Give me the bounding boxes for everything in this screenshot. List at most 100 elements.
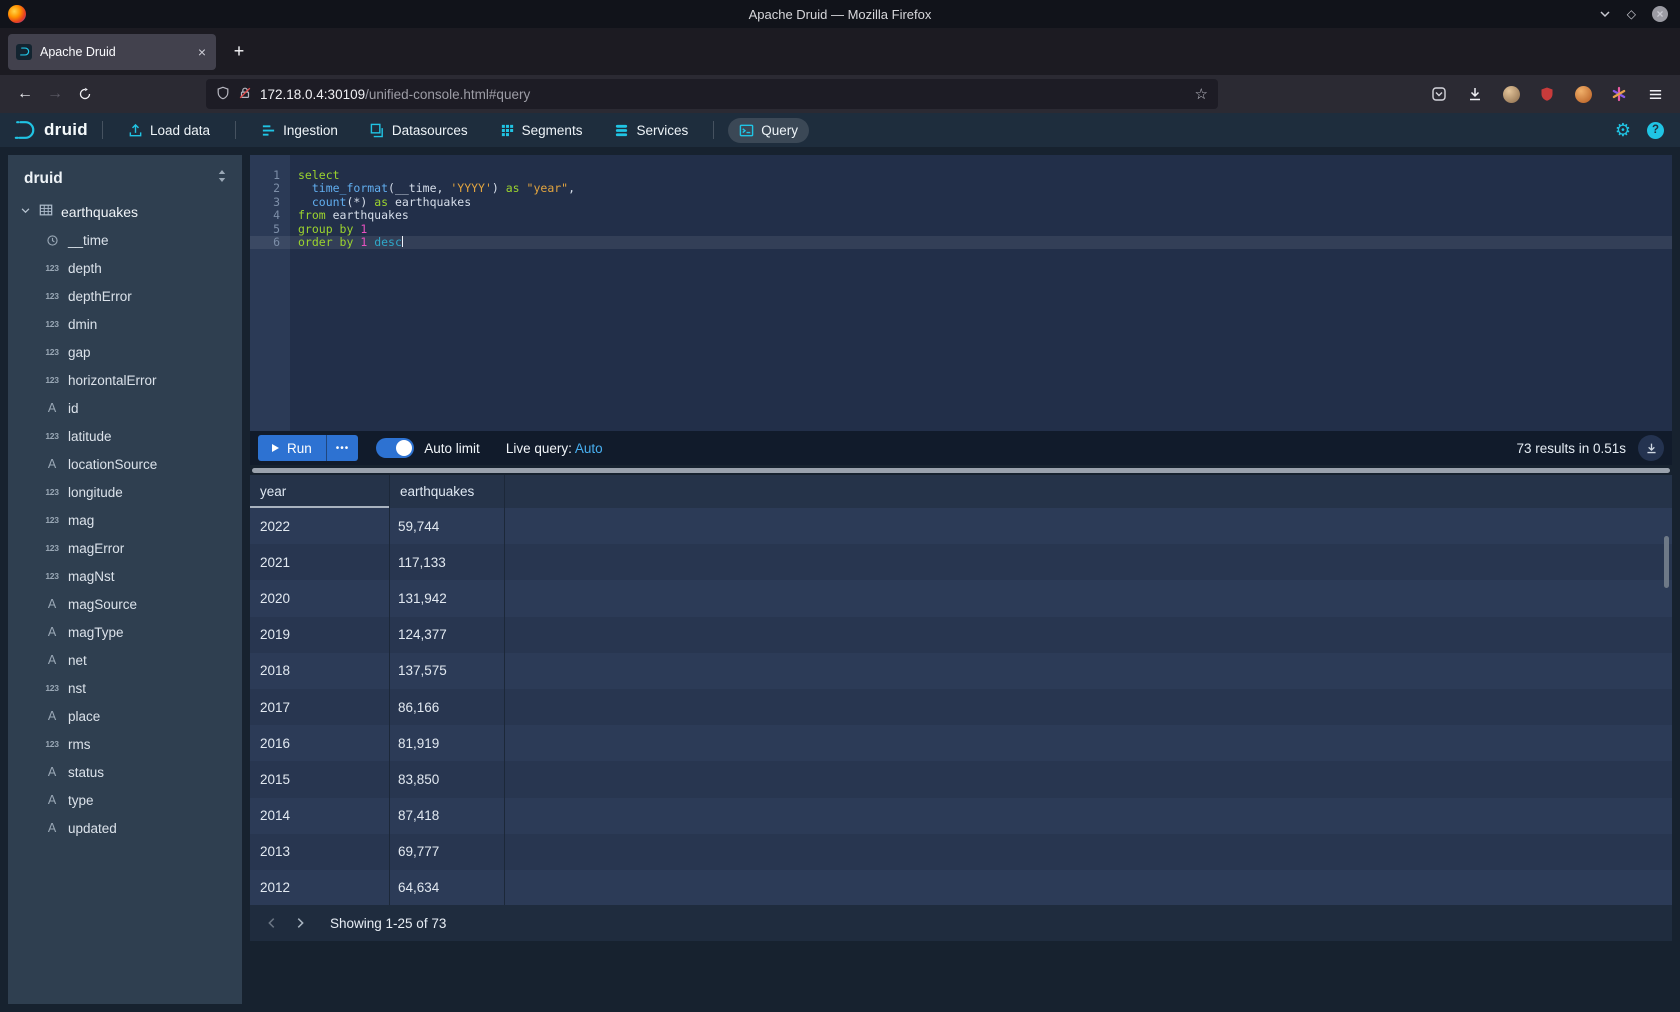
tab-close-icon[interactable]: × [196, 44, 208, 60]
settings-gear-icon[interactable]: ⚙ [1615, 121, 1631, 139]
result-row-2012[interactable]: 201264,634 [250, 870, 1672, 905]
next-page-button[interactable] [286, 909, 314, 937]
cell-earthquakes[interactable]: 87,418 [390, 798, 505, 834]
nav-load-data[interactable]: Load data [117, 118, 221, 143]
nav-ingestion[interactable]: Ingestion [250, 118, 349, 143]
cell-earthquakes[interactable]: 124,377 [390, 617, 505, 653]
sidebar-column-updated[interactable]: Aupdated [8, 814, 242, 842]
run-more-button[interactable]: ••• [326, 435, 359, 461]
cell-year[interactable]: 2015 [250, 761, 390, 797]
result-row-2022[interactable]: 202259,744 [250, 508, 1672, 544]
cell-year[interactable]: 2018 [250, 653, 390, 689]
sidebar-column-depthError[interactable]: 123depthError [8, 282, 242, 310]
sidebar-column-magNst[interactable]: 123magNst [8, 562, 242, 590]
sidebar-column-magSource[interactable]: AmagSource [8, 590, 242, 618]
cell-year[interactable]: 2021 [250, 544, 390, 580]
result-row-2015[interactable]: 201583,850 [250, 761, 1672, 797]
new-tab-button[interactable]: + [224, 37, 254, 67]
editor-line-6[interactable]: order by 1 desc [290, 236, 1672, 249]
back-button[interactable]: ← [10, 79, 40, 109]
result-row-2020[interactable]: 2020131,942 [250, 580, 1672, 616]
cell-year[interactable]: 2012 [250, 870, 390, 905]
sidebar-column-gap[interactable]: 123gap [8, 338, 242, 366]
cell-earthquakes[interactable]: 69,777 [390, 834, 505, 870]
sql-editor[interactable]: 123456 select time_format(__time, 'YYYY'… [250, 155, 1672, 431]
nav-segments[interactable]: Segments [489, 118, 594, 143]
sidebar-column-status[interactable]: Astatus [8, 758, 242, 786]
sidebar-column-rms[interactable]: 123rms [8, 730, 242, 758]
cell-earthquakes[interactable]: 131,942 [390, 580, 505, 616]
insecure-lock-icon[interactable] [238, 86, 252, 103]
sidebar-table-earthquakes[interactable]: earthquakes [8, 198, 242, 226]
menu-icon[interactable] [1640, 79, 1670, 109]
sidebar-column-place[interactable]: Aplace [8, 702, 242, 730]
result-row-2019[interactable]: 2019124,377 [250, 617, 1672, 653]
chevron-down-icon[interactable] [20, 203, 31, 221]
sidebar-column-mag[interactable]: 123mag [8, 506, 242, 534]
run-button[interactable]: Run [258, 435, 326, 461]
sidebar-column-id[interactable]: Aid [8, 394, 242, 422]
sidebar-column-horizontalError[interactable]: 123horizontalError [8, 366, 242, 394]
cell-earthquakes[interactable]: 83,850 [390, 761, 505, 797]
sidebar-column-net[interactable]: Anet [8, 646, 242, 674]
nav-services[interactable]: Services [603, 118, 699, 143]
editor-line-1[interactable]: select [290, 169, 1672, 182]
minimize-button[interactable] [1599, 8, 1611, 20]
live-query[interactable]: Live query: Auto [506, 441, 603, 456]
column-header-earthquakes[interactable]: earthquakes [390, 475, 505, 508]
prev-page-button[interactable] [258, 909, 286, 937]
result-row-2016[interactable]: 201681,919 [250, 725, 1672, 761]
column-header-year[interactable]: year [250, 475, 390, 508]
download-results-button[interactable] [1638, 435, 1664, 461]
editor-code[interactable]: select time_format(__time, 'YYYY') as "y… [290, 155, 1672, 431]
browser-tab[interactable]: Apache Druid × [8, 34, 216, 70]
editor-line-5[interactable]: group by 1 [290, 223, 1672, 236]
druid-logo[interactable]: druid [12, 119, 88, 141]
sidebar-column-type[interactable]: Atype [8, 786, 242, 814]
cell-earthquakes[interactable]: 81,919 [390, 725, 505, 761]
extension-icon[interactable] [1568, 79, 1598, 109]
double-caret-icon[interactable] [216, 169, 228, 188]
cell-earthquakes[interactable]: 86,166 [390, 689, 505, 725]
tracking-shield-icon[interactable] [216, 86, 230, 103]
sidebar-column-latitude[interactable]: 123latitude [8, 422, 242, 450]
extension-avatar-icon[interactable] [1496, 79, 1526, 109]
result-row-2017[interactable]: 201786,166 [250, 689, 1672, 725]
sidebar-column-__time[interactable]: __time [8, 226, 242, 254]
editor-line-2[interactable]: time_format(__time, 'YYYY') as "year", [290, 182, 1672, 195]
nav-query[interactable]: Query [728, 118, 809, 143]
result-row-2018[interactable]: 2018137,575 [250, 653, 1672, 689]
url-bar[interactable]: 172.18.0.4:30109/unified-console.html#qu… [206, 79, 1218, 109]
maximize-button[interactable]: ◇ [1627, 7, 1636, 21]
auto-limit-toggle[interactable] [376, 438, 414, 458]
cell-year[interactable]: 2020 [250, 580, 390, 616]
forward-button[interactable]: → [40, 79, 70, 109]
cell-year[interactable]: 2013 [250, 834, 390, 870]
sidebar-column-depth[interactable]: 123depth [8, 254, 242, 282]
nav-datasources[interactable]: Datasources [359, 118, 479, 143]
horizontal-scrollbar-thumb[interactable] [252, 468, 1670, 473]
bookmark-star-icon[interactable]: ☆ [1195, 85, 1208, 103]
result-row-2013[interactable]: 201369,777 [250, 834, 1672, 870]
cell-earthquakes[interactable]: 64,634 [390, 870, 505, 905]
pocket-icon[interactable] [1424, 79, 1454, 109]
editor-line-3[interactable]: count(*) as earthquakes [290, 196, 1672, 209]
sidebar-column-magType[interactable]: AmagType [8, 618, 242, 646]
downloads-icon[interactable] [1460, 79, 1490, 109]
cell-year[interactable]: 2022 [250, 508, 390, 544]
sidebar-column-magError[interactable]: 123magError [8, 534, 242, 562]
editor-line-4[interactable]: from earthquakes [290, 209, 1672, 222]
cell-earthquakes[interactable]: 59,744 [390, 508, 505, 544]
help-icon[interactable]: ? [1647, 122, 1664, 139]
sidebar-column-locationSource[interactable]: AlocationSource [8, 450, 242, 478]
cell-year[interactable]: 2017 [250, 689, 390, 725]
result-row-2014[interactable]: 201487,418 [250, 798, 1672, 834]
cell-year[interactable]: 2016 [250, 725, 390, 761]
cell-earthquakes[interactable]: 137,575 [390, 653, 505, 689]
cell-year[interactable]: 2019 [250, 617, 390, 653]
cell-earthquakes[interactable]: 117,133 [390, 544, 505, 580]
ublock-origin-icon[interactable] [1532, 79, 1562, 109]
result-row-2021[interactable]: 2021117,133 [250, 544, 1672, 580]
colorful-extension-icon[interactable] [1604, 79, 1634, 109]
horizontal-scrollbar[interactable] [250, 465, 1672, 475]
